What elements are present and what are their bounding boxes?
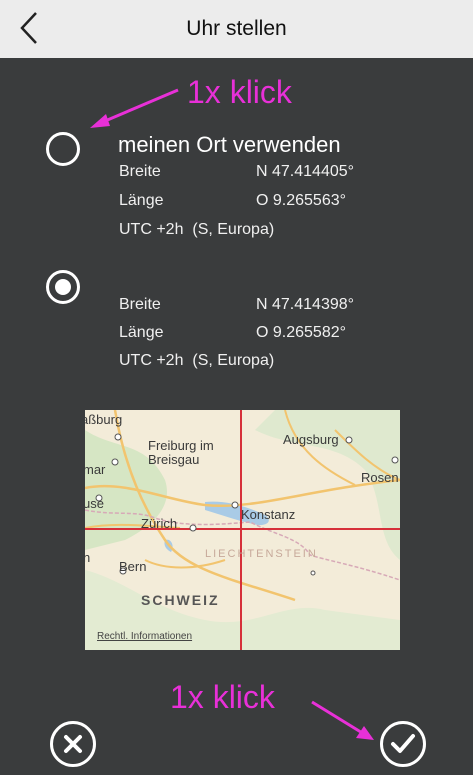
- map-label: Konstanz: [241, 507, 296, 522]
- option2-timezone: UTC +2h (S, Europa): [119, 352, 275, 369]
- back-button[interactable]: [14, 10, 44, 46]
- annotation-top: 1x klick: [187, 74, 292, 110]
- map-label: Freiburg im: [148, 438, 214, 453]
- header-bar: Uhr stellen: [0, 0, 473, 58]
- page-title: Uhr stellen: [186, 17, 287, 40]
- checkmark-icon: [391, 734, 415, 753]
- option1-lon-value: O 9.265563°: [256, 192, 347, 209]
- option1-lon-label: Länge: [119, 192, 164, 209]
- map-label: aßburg: [85, 412, 123, 427]
- radio-use-my-location[interactable]: [46, 132, 80, 166]
- map-label: mar: [85, 462, 106, 477]
- option2-lat-label: Breite: [119, 296, 161, 313]
- option2-lon-label: Länge: [119, 324, 164, 341]
- map-label: LIECHTENSTEIN: [205, 548, 318, 560]
- annotation-bottom: 1x klick: [170, 679, 275, 715]
- close-icon: [64, 735, 82, 753]
- annotation-arrow-top: [90, 88, 179, 128]
- option1-lat-value: N 47.414405°: [256, 163, 355, 180]
- map-label: n: [85, 550, 91, 565]
- option1-timezone: UTC +2h (S, Europa): [119, 221, 275, 238]
- annotation-arrow-bottom: [311, 700, 374, 740]
- map-legal-link[interactable]: Rechtl. Informationen: [97, 631, 192, 642]
- map-label: Augsburg: [283, 432, 339, 447]
- map-label: Bern: [119, 559, 147, 574]
- option1-title: meinen Ort verwenden: [118, 132, 341, 157]
- map-label: Zürich: [141, 516, 178, 531]
- radio-map-location[interactable]: [46, 270, 80, 304]
- map-label-country: SCHWEIZ: [141, 592, 220, 608]
- map-label: use: [85, 496, 104, 511]
- option2-lat-value: N 47.414398°: [256, 296, 355, 313]
- cancel-button[interactable]: [50, 721, 96, 767]
- chevron-left-icon: [20, 12, 37, 44]
- option2-lon-value: O 9.265582°: [256, 324, 347, 341]
- option1-lat-label: Breite: [119, 163, 161, 180]
- map-label: Rosen: [361, 470, 399, 485]
- map-label: Breisgau: [148, 452, 200, 467]
- confirm-button[interactable]: [380, 721, 426, 767]
- location-map[interactable]: aßburg Freiburg im Breisgau Augsburg mar…: [85, 410, 400, 650]
- map-background: [85, 410, 400, 650]
